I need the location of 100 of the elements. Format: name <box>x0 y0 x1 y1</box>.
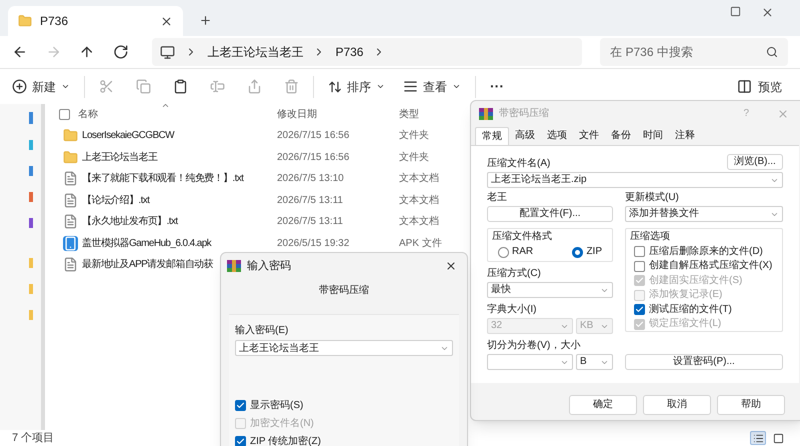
view-button[interactable]: 查看 <box>403 78 461 96</box>
dialog-tab[interactable]: 常规 <box>475 127 509 145</box>
dialog-subtitle: 带密码压缩 <box>318 284 370 298</box>
file-name[interactable]: 上老王论坛当老王 <box>82 150 158 165</box>
caret-icon <box>61 82 70 91</box>
field-label: 压缩方式(C) <box>487 268 542 280</box>
file-name[interactable]: 【永久地址发布页】.txt <box>82 214 178 230</box>
file-name[interactable]: 【论坛介绍】.txt <box>82 192 150 208</box>
field-label: 切分为分卷(V)，大小 <box>487 340 582 352</box>
file-date: 2026/7/15 16:56 <box>277 150 350 165</box>
method-dropdown[interactable]: 最快 <box>487 282 613 298</box>
file-type: 文件夹 <box>399 128 429 144</box>
dialog-button[interactable]: 浏览(B)... <box>727 154 783 170</box>
group-label: 压缩文件格式 <box>492 231 552 242</box>
column-header[interactable]: 修改日期 <box>277 106 399 122</box>
checkbox-label: 添加恢复记录(E) <box>649 289 722 301</box>
dialog-button[interactable]: 设置密码(P)... <box>625 354 783 370</box>
checkbox[interactable] <box>634 304 645 315</box>
delete-icon[interactable] <box>284 79 299 94</box>
preview-pane-icon <box>737 79 752 94</box>
dialog-tab[interactable]: 文件 <box>573 127 605 145</box>
checkbox-label: 压缩后删除原来的文件(D) <box>649 246 763 258</box>
file-name[interactable]: 盖世模拟器GameHub_6.0.4.apk <box>82 236 212 251</box>
window-tab[interactable]: P736 <box>8 6 183 36</box>
file-type: 文件夹 <box>399 150 429 165</box>
file-type: 文本文档 <box>399 214 439 230</box>
checkbox-label: 创建固实压缩文件(S) <box>649 274 742 286</box>
field-label: 老王 <box>487 192 508 204</box>
details-view-button[interactable] <box>750 431 766 445</box>
archive-name-field[interactable]: 上老王论坛当老王.zip <box>487 172 783 188</box>
file-type: APK 文件 <box>399 236 442 251</box>
folder-icon <box>18 14 32 28</box>
app-icon <box>63 236 78 251</box>
sort-button[interactable]: 排序 <box>328 78 385 96</box>
checkbox-label: 显示密码(S) <box>250 398 304 413</box>
file-type: 文本文档 <box>399 194 439 208</box>
rename-icon[interactable] <box>210 79 225 94</box>
archive-app-icon <box>227 260 241 272</box>
dialog-tab[interactable]: 备份 <box>605 127 637 145</box>
file-name[interactable]: 最新地址及APP请发邮箱自动获 <box>82 257 214 272</box>
checkbox[interactable] <box>634 260 645 272</box>
dialog-button[interactable]: 配置文件(F)... <box>487 206 613 222</box>
breadcrumb-item[interactable]: 上老王论坛当老王 <box>207 43 304 61</box>
archive-app-icon <box>479 108 493 120</box>
address-bar[interactable]: 上老王论坛当老王 P736 <box>152 38 582 66</box>
computer-icon <box>160 44 176 60</box>
preview-button[interactable]: 预览 <box>737 78 782 96</box>
dialog-tab[interactable]: 注释 <box>669 127 701 145</box>
cut-icon[interactable] <box>99 79 114 94</box>
split-size-dropdown[interactable] <box>487 354 573 370</box>
list-icon <box>403 79 418 94</box>
new-button[interactable]: 新建 <box>12 78 70 96</box>
sort-indicator-icon <box>161 101 170 110</box>
plus-icon <box>12 79 27 94</box>
document-icon <box>63 214 78 230</box>
checkbox[interactable] <box>235 400 246 411</box>
back-button[interactable] <box>12 44 28 60</box>
up-button[interactable] <box>79 44 95 60</box>
checkbox-label: 锁定压缩文件(L) <box>649 318 722 330</box>
select-all-checkbox[interactable] <box>59 108 70 120</box>
dialog-title: 输入密码 <box>247 258 292 274</box>
close-icon[interactable] <box>761 6 774 19</box>
dialog-button[interactable]: 确定 <box>569 395 637 415</box>
copy-icon[interactable] <box>136 79 151 94</box>
split-unit-dropdown[interactable]: B <box>576 354 613 370</box>
more-button[interactable]: ··· <box>490 76 504 97</box>
new-tab-icon[interactable] <box>199 14 212 27</box>
password-field[interactable]: 上老王论坛当老王 <box>235 340 453 356</box>
item-count: 7 个项目 <box>12 430 54 446</box>
folder-icon <box>63 128 78 144</box>
file-name[interactable]: LoserIsekaieGCGBCW <box>82 128 174 144</box>
radio-button[interactable] <box>498 246 509 258</box>
search-icon <box>766 46 778 58</box>
update-mode-dropdown[interactable]: 添加并替换文件 <box>625 206 783 222</box>
document-icon <box>63 192 78 208</box>
share-icon[interactable] <box>247 79 262 94</box>
close-tab-icon[interactable] <box>160 14 173 28</box>
checkbox[interactable] <box>235 436 246 446</box>
dialog-button[interactable]: 帮助 <box>717 395 785 415</box>
column-header[interactable]: 类型 <box>399 106 419 122</box>
search-field[interactable]: 在 P736 中搜索 <box>600 38 788 66</box>
file-date: 2026/5/15 19:32 <box>277 236 350 251</box>
caret-icon <box>452 82 461 91</box>
column-header[interactable]: 名称 <box>78 106 277 122</box>
radio-button[interactable] <box>572 246 584 258</box>
close-icon[interactable] <box>445 260 457 272</box>
radio-label: RAR <box>512 246 534 258</box>
checkbox[interactable] <box>634 246 645 257</box>
document-icon <box>63 171 78 186</box>
paste-icon[interactable] <box>173 79 188 94</box>
refresh-button[interactable] <box>112 44 128 60</box>
file-name[interactable]: 【来了就能下载和观看！纯免费！】.txt <box>82 171 244 186</box>
dialog-button[interactable]: 取消 <box>643 395 711 415</box>
dialog-tab[interactable]: 时间 <box>637 127 669 145</box>
breadcrumb-item[interactable]: P736 <box>335 43 364 61</box>
field-label: 输入密码(E) <box>235 324 290 338</box>
dialog-tab[interactable]: 高级 <box>509 127 541 145</box>
dialog-tab[interactable]: 选项 <box>541 127 573 145</box>
maximize-icon[interactable] <box>730 6 741 17</box>
sort-icon <box>328 80 342 94</box>
